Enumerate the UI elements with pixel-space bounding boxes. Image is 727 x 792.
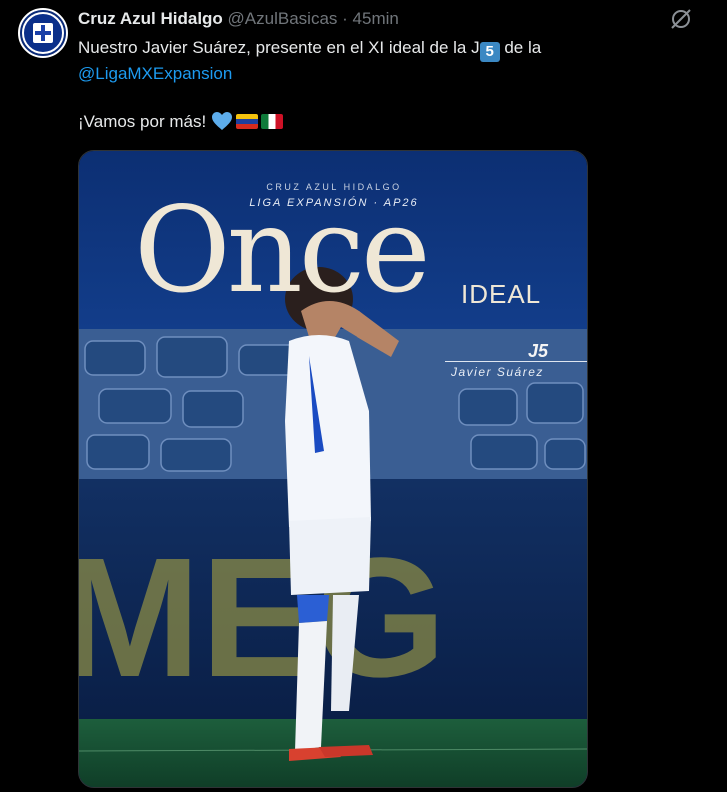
graphic-overlay: CRUZ AZUL HIDALGO LIGA EXPANSIÓN · AP26 … [79,151,587,787]
graphic-title-once: Once [134,181,431,319]
tweet-text-part1: Nuestro Javier Suárez, presente en el XI… [78,38,480,57]
tweet-text-line3: ¡Vamos por más! [78,112,207,131]
crest-icon [22,12,64,54]
blue-heart-icon [211,112,232,130]
mexico-flag-icon [260,114,283,129]
tweet[interactable]: Cruz Azul Hidalgo @AzulBasicas · 45min N… [0,0,727,792]
mention-link[interactable]: @LigaMXExpansion [78,64,232,83]
tweet-text-part2: de la [499,38,542,57]
graphic-divider [445,361,587,362]
timestamp[interactable]: 45min [353,9,399,28]
graphic-player-name: Javier Suárez [451,365,544,379]
separator: · [342,9,348,28]
tweet-header: Cruz Azul Hidalgo @AzulBasicas · 45min [78,9,399,29]
author-handle[interactable]: @AzulBasicas [228,9,338,28]
keycap-5-emoji: 5 [479,42,500,62]
author-name[interactable]: Cruz Azul Hidalgo [78,9,223,28]
tweet-image[interactable]: MEG CRUZ AZUL HIDALGO LIGA EXPANSIÓN · A… [78,150,588,788]
venezuela-flag-icon [235,114,258,129]
tweet-text: Nuestro Javier Suárez, presente en el XI… [78,36,698,134]
graphic-round: J5 [528,341,549,361]
graphic-title-ideal: IDEAL [461,279,542,309]
grok-icon[interactable] [668,6,694,32]
avatar[interactable] [18,8,68,58]
